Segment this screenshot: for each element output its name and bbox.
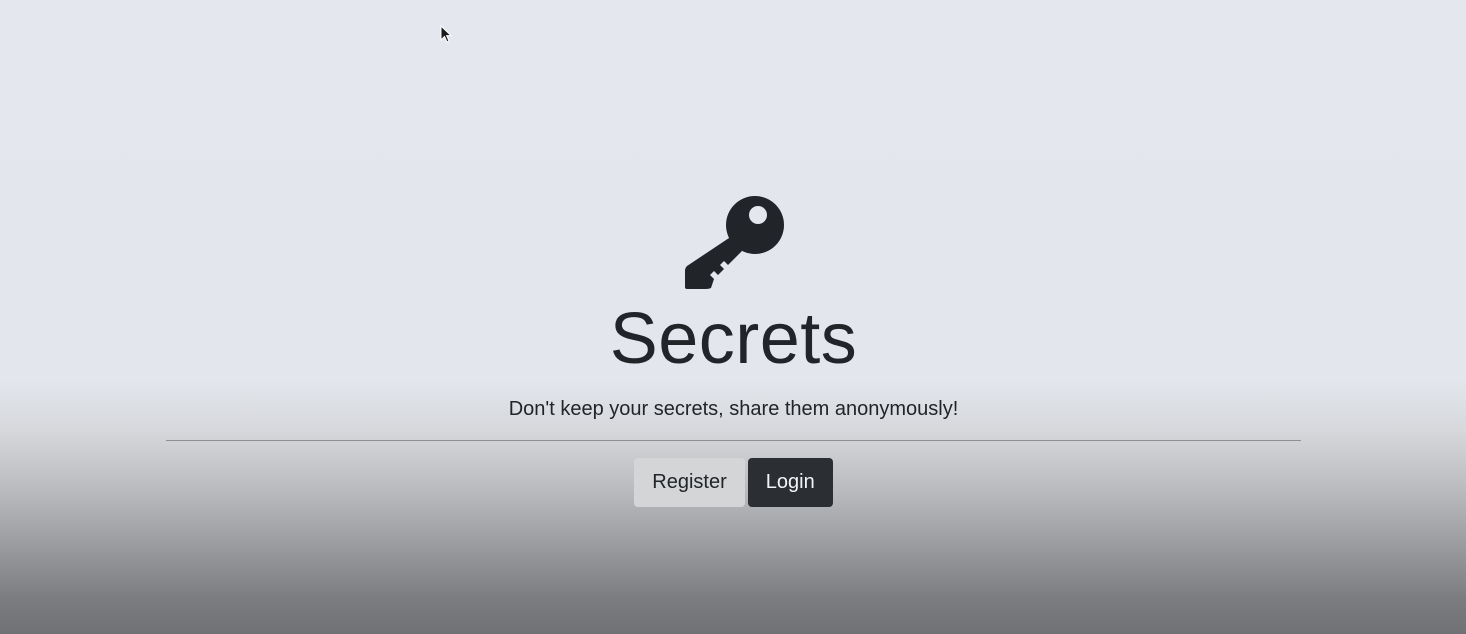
mouse-cursor-icon: [440, 25, 452, 43]
key-icon: [684, 196, 784, 289]
tagline: Don't keep your secrets, share them anon…: [508, 398, 959, 420]
hero-section: Secrets Don't keep your secrets, share t…: [166, 190, 1301, 507]
auth-buttons: Register Login: [166, 458, 1301, 507]
login-button[interactable]: Login: [747, 458, 833, 507]
page-title: Secrets: [609, 299, 858, 379]
register-button[interactable]: Register: [634, 458, 745, 507]
divider: [166, 440, 1301, 441]
